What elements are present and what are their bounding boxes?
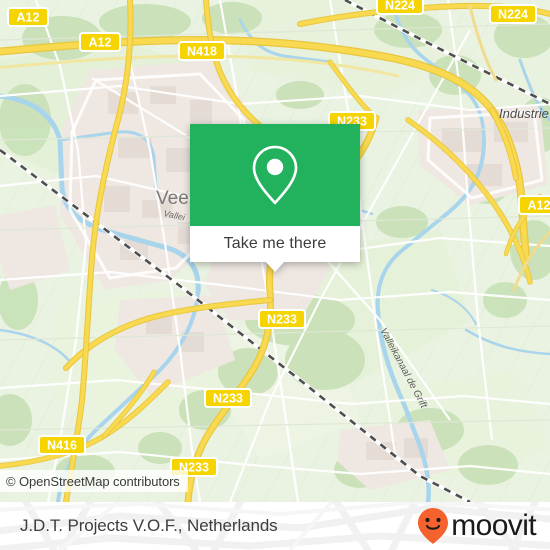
map-pin-icon — [252, 145, 298, 205]
road-shield: N233 — [258, 309, 306, 329]
callout-icon-area — [190, 124, 360, 226]
svg-text:N224: N224 — [385, 0, 415, 13]
svg-text:N418: N418 — [187, 45, 217, 59]
svg-text:N233: N233 — [267, 313, 297, 327]
moovit-pin-icon — [418, 508, 449, 544]
road-shield: N418 — [178, 41, 226, 61]
location-title-text: J.D.T. Projects V.O.F., Netherlands — [20, 516, 278, 535]
road-shield: N224 — [489, 4, 537, 24]
svg-text:A12: A12 — [89, 36, 112, 50]
moovit-wordmark: moovit — [451, 509, 536, 542]
moovit-logo[interactable]: moovit — [416, 502, 537, 550]
location-callout-card[interactable]: Take me there — [190, 124, 360, 272]
road-shield: A12 — [518, 195, 550, 215]
take-me-there-button[interactable]: Take me there — [190, 226, 360, 262]
callout-pointer — [265, 261, 285, 272]
location-title: J.D.T. Projects V.O.F., Netherlands — [20, 502, 278, 550]
svg-text:N233: N233 — [213, 392, 243, 406]
road-shield: N224 — [376, 0, 424, 15]
osm-attribution[interactable]: © OpenStreetMap contributors — [0, 470, 188, 492]
road-shield: N233 — [204, 388, 252, 408]
moovit-location-screenshot: Veen Industrie Valleikanaal de Grift Val… — [0, 0, 550, 550]
road-shield: A12 — [79, 32, 121, 52]
road-shield: N416 — [38, 435, 86, 455]
osm-attribution-text: © OpenStreetMap contributors — [6, 473, 180, 489]
place-label-industrie: Industrie — [499, 106, 549, 121]
bottom-bar: J.D.T. Projects V.O.F., Netherlands moov… — [0, 502, 550, 550]
svg-text:A12: A12 — [528, 199, 550, 213]
svg-text:N224: N224 — [498, 8, 528, 22]
svg-text:N416: N416 — [47, 439, 77, 453]
svg-text:A12: A12 — [17, 11, 40, 25]
take-me-there-label: Take me there — [223, 235, 327, 252]
road-shield: A12 — [7, 7, 49, 27]
